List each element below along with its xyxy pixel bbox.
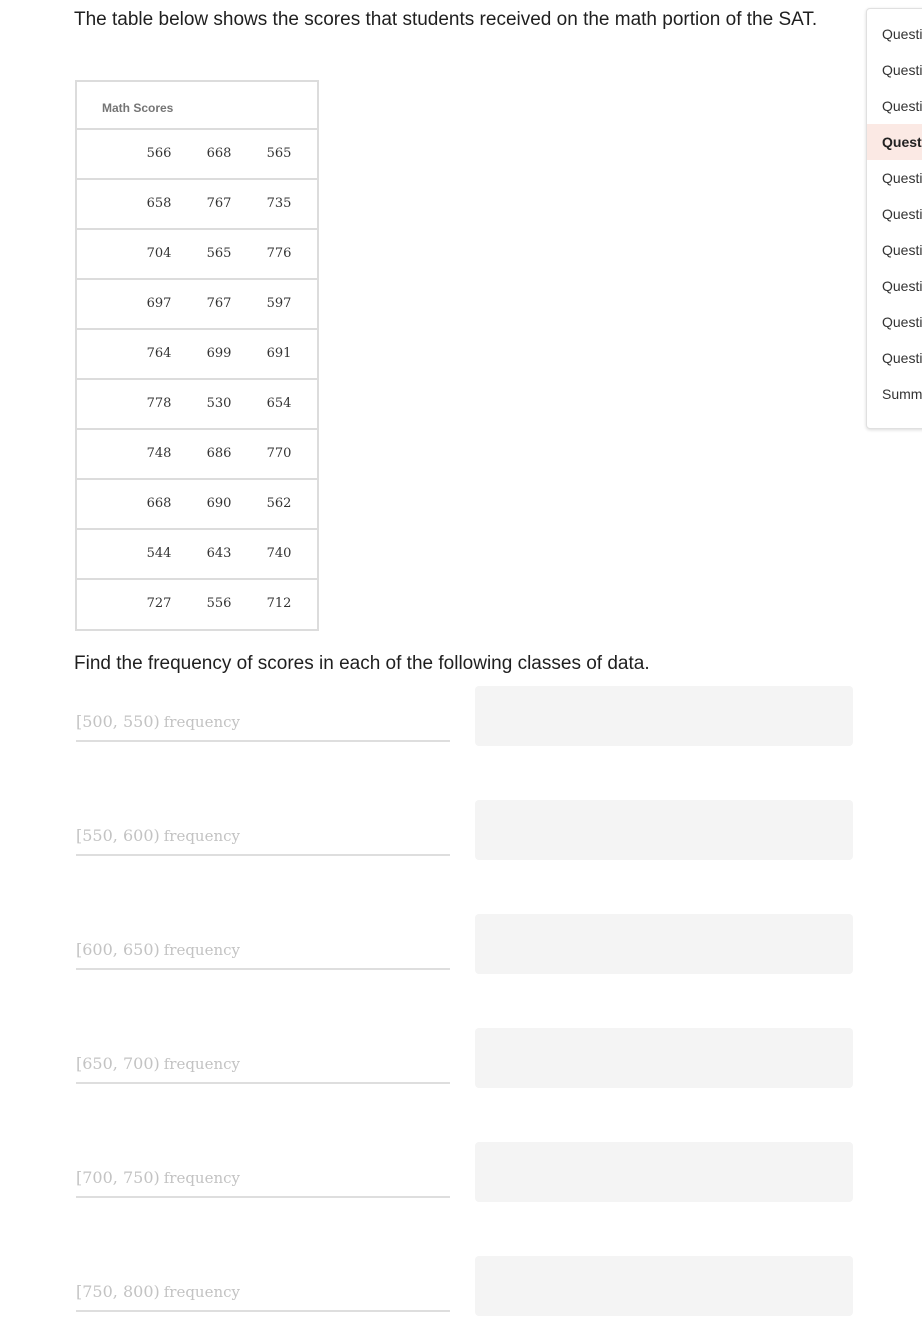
question-nav-sidebar: Questi Questi Questi Questi Questi Questi Ques… [866,8,922,429]
table-cell: 770 [266,446,292,461]
math-scores-table: Math Scores 566 668 565 658 767 735 704 565 776 6… [75,80,319,631]
table-cell: 712 [266,596,292,611]
frequency-input[interactable] [475,686,853,746]
frequency-input[interactable] [475,914,853,974]
nav-item-question[interactable]: Questi [867,124,922,160]
class-range: [500, 550) [76,712,160,731]
nav-item-question[interactable]: Questi [867,268,922,304]
table-cell: 776 [266,246,292,261]
frequency-label: [600, 650) frequency [76,934,450,970]
nav-item-question[interactable]: Questi [867,304,922,340]
frequency-word: frequency [163,941,241,959]
class-range: [550, 600) [76,826,160,845]
table-cell: 748 [146,446,172,461]
table-header: Math Scores [77,82,317,130]
table-cell: 690 [206,496,232,511]
class-range: [750, 800) [76,1282,160,1301]
nav-item-question[interactable]: Questi [867,160,922,196]
frequency-word: frequency [163,713,241,731]
table-cell: 699 [206,346,232,361]
frequency-input[interactable] [475,1142,853,1202]
frequency-word: frequency [163,827,241,845]
table-cell: 727 [146,596,172,611]
table-row: 704 565 776 [77,230,317,280]
nav-item-question[interactable]: Questi [867,340,922,376]
frequency-label: [550, 600) frequency [76,820,450,856]
frequency-label: [750, 800) frequency [76,1276,450,1312]
class-range: [600, 650) [76,940,160,959]
table-cell: 764 [146,346,172,361]
table-cell: 556 [206,596,232,611]
table-cell: 562 [266,496,292,511]
frequency-label: [650, 700) frequency [76,1048,450,1084]
frequency-field-row: [750, 800) frequency [76,1256,853,1316]
nav-item-question[interactable]: Questi [867,88,922,124]
frequency-field-row: [550, 600) frequency [76,800,853,860]
table-cell: 778 [146,396,172,411]
class-range: [700, 750) [76,1168,160,1187]
table-cell: 686 [206,446,232,461]
table-cell: 544 [146,546,172,561]
table-cell: 654 [266,396,292,411]
table-row: 697 767 597 [77,280,317,330]
frequency-label: [700, 750) frequency [76,1162,450,1198]
table-cell: 691 [266,346,292,361]
question-prompt: The table below shows the scores that st… [74,9,818,30]
table-cell: 735 [266,196,292,211]
frequency-word: frequency [163,1055,241,1073]
frequency-field-row: [650, 700) frequency [76,1028,853,1088]
table-cell: 668 [206,146,232,161]
table-cell: 697 [146,296,172,311]
frequency-field-row: [500, 550) frequency [76,686,853,746]
table-cell: 530 [206,396,232,411]
table-cell: 565 [266,146,292,161]
table-cell: 643 [206,546,232,561]
table-cell: 658 [146,196,172,211]
table-cell: 668 [146,496,172,511]
frequency-input[interactable] [475,1028,853,1088]
table-cell: 740 [266,546,292,561]
table-cell: 767 [206,296,232,311]
nav-item-question[interactable]: Questi [867,232,922,268]
frequency-input[interactable] [475,800,853,860]
nav-item-question[interactable]: Questi [867,16,922,52]
frequency-field-row: [600, 650) frequency [76,914,853,974]
table-row: 748 686 770 [77,430,317,480]
table-cell: 565 [206,246,232,261]
table-row: 668 690 562 [77,480,317,530]
table-row: 658 767 735 [77,180,317,230]
frequency-field-row: [700, 750) frequency [76,1142,853,1202]
table-cell: 597 [266,296,292,311]
table-row: 566 668 565 [77,130,317,180]
frequency-word: frequency [163,1283,241,1301]
question-subprompt: Find the frequency of scores in each of … [74,653,650,674]
class-range: [650, 700) [76,1054,160,1073]
table-row: 727 556 712 [77,580,317,629]
table-cell: 704 [146,246,172,261]
table-row: 544 643 740 [77,530,317,580]
nav-item-summary[interactable]: Summ [867,376,922,412]
nav-item-question[interactable]: Questi [867,52,922,88]
frequency-label: [500, 550) frequency [76,706,450,742]
table-row: 778 530 654 [77,380,317,430]
table-cell: 767 [206,196,232,211]
table-cell: 566 [146,146,172,161]
table-header-label: Math Scores [102,101,174,115]
nav-item-question[interactable]: Questi [867,196,922,232]
frequency-input[interactable] [475,1256,853,1316]
frequency-word: frequency [163,1169,241,1187]
table-row: 764 699 691 [77,330,317,380]
